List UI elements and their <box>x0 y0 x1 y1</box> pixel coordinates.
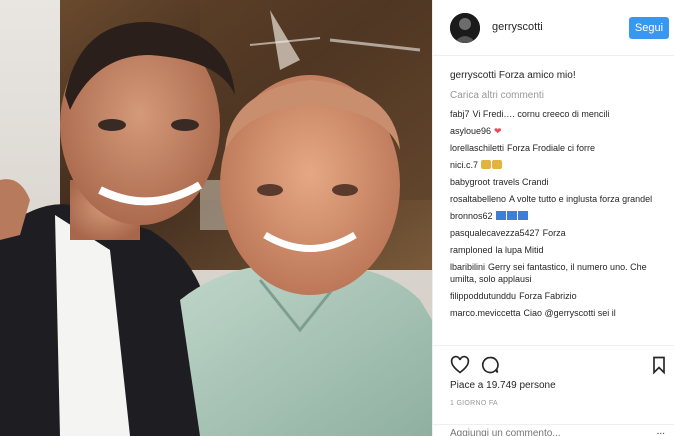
comment-row: filippoddutunddu Forza Fabrizio <box>450 290 672 302</box>
comment-username[interactable]: lbaribilini <box>450 262 485 272</box>
post-actions: Piace a 19.749 persone 1 GIORNO FA ... <box>433 345 674 436</box>
comment-text: travels Crandi <box>493 177 549 187</box>
heart-emoji-icon: ❤ <box>494 126 502 136</box>
likes-count[interactable]: Piace a 19.749 persone <box>450 380 556 391</box>
comment-row: marco.meviccetta Ciao @gerryscotti sei il <box>450 307 672 319</box>
comment-row: babygroot travels Crandi <box>450 176 672 188</box>
avatar-image <box>450 13 480 43</box>
caption: gerryscotti Forza amico mio! <box>450 69 672 83</box>
heart-icon[interactable] <box>450 355 470 375</box>
comment-text: Forza <box>542 228 566 238</box>
blue-square-emoji-icon <box>517 211 528 220</box>
header-username[interactable]: gerryscotti <box>492 21 543 33</box>
add-comment-input[interactable] <box>450 428 640 436</box>
comment-row: lorellaschiletti Forza Frodiale ci forre <box>450 142 672 154</box>
comment-text: Ciao @gerryscotti sei il <box>523 308 616 318</box>
comment-username[interactable]: lorellaschiletti <box>450 143 504 153</box>
comment-row: bronnos62 <box>450 210 672 222</box>
comment-username[interactable]: asyloue96 <box>450 126 491 136</box>
comments-section[interactable]: gerryscotti Forza amico mio! Carica altr… <box>450 63 672 343</box>
comment-row: nici.c.7 <box>450 159 672 171</box>
comment-text: Vi Fredi…. cornu creeco di mencili <box>472 109 610 119</box>
comment-list: fabj7 Vi Fredi…. cornu creeco di mencili a… <box>450 108 672 319</box>
comment-username[interactable]: marco.meviccetta <box>450 308 521 318</box>
avatar[interactable] <box>450 13 480 43</box>
comment-row: ramploned la lupa Mitid <box>450 244 672 256</box>
comment-username[interactable]: nici.c.7 <box>450 160 478 170</box>
emoji-icon <box>492 160 503 169</box>
more-options-icon[interactable]: ... <box>657 426 665 436</box>
comment-row: rosaltabelleno A volte tutto e inglusta f… <box>450 193 672 205</box>
follow-button[interactable]: Segui <box>629 17 669 39</box>
blue-square-emoji-icon <box>506 211 517 220</box>
comment-row: lbaribilini Gerry sei fantastico, il nume… <box>450 261 672 285</box>
selfie-photo-image <box>0 0 432 436</box>
comment-username[interactable]: babygroot <box>450 177 490 187</box>
comment-text: A volte tutto e inglusta forza grandel <box>509 194 653 204</box>
comment-username[interactable]: ramploned <box>450 245 493 255</box>
comment-row: pasqualecavezza5427 Forza <box>450 227 672 239</box>
comment-text: Forza Fabrizio <box>519 291 577 301</box>
post-photo[interactable] <box>0 0 432 436</box>
load-more-comments-link[interactable]: Carica altri commenti <box>450 89 672 103</box>
comment-username[interactable]: fabj7 <box>450 109 470 119</box>
post-sidebar: gerryscotti Segui gerryscotti Forza amic… <box>432 0 674 436</box>
comment-username[interactable]: filippoddutunddu <box>450 291 516 301</box>
comment-row: asyloue96 ❤ <box>450 125 672 137</box>
comment-row: fabj7 Vi Fredi…. cornu creeco di mencili <box>450 108 672 120</box>
comment-username[interactable]: bronnos62 <box>450 211 493 221</box>
post-header: gerryscotti Segui <box>433 0 674 56</box>
post-timestamp: 1 GIORNO FA <box>450 400 499 407</box>
comment-bubble-icon[interactable] <box>480 355 500 375</box>
caption-text: Forza amico mio! <box>498 70 576 81</box>
blue-square-emoji-icon <box>495 211 506 220</box>
caption-username[interactable]: gerryscotti <box>450 70 496 81</box>
comment-username[interactable]: rosaltabelleno <box>450 194 506 204</box>
add-comment-bar: ... <box>433 424 674 436</box>
comment-username[interactable]: pasqualecavezza5427 <box>450 228 540 238</box>
emoji-icon <box>481 160 492 169</box>
comment-text: la lupa Mitid <box>495 245 544 255</box>
comment-text: Forza Frodiale ci forre <box>507 143 596 153</box>
bookmark-icon[interactable] <box>649 355 669 375</box>
